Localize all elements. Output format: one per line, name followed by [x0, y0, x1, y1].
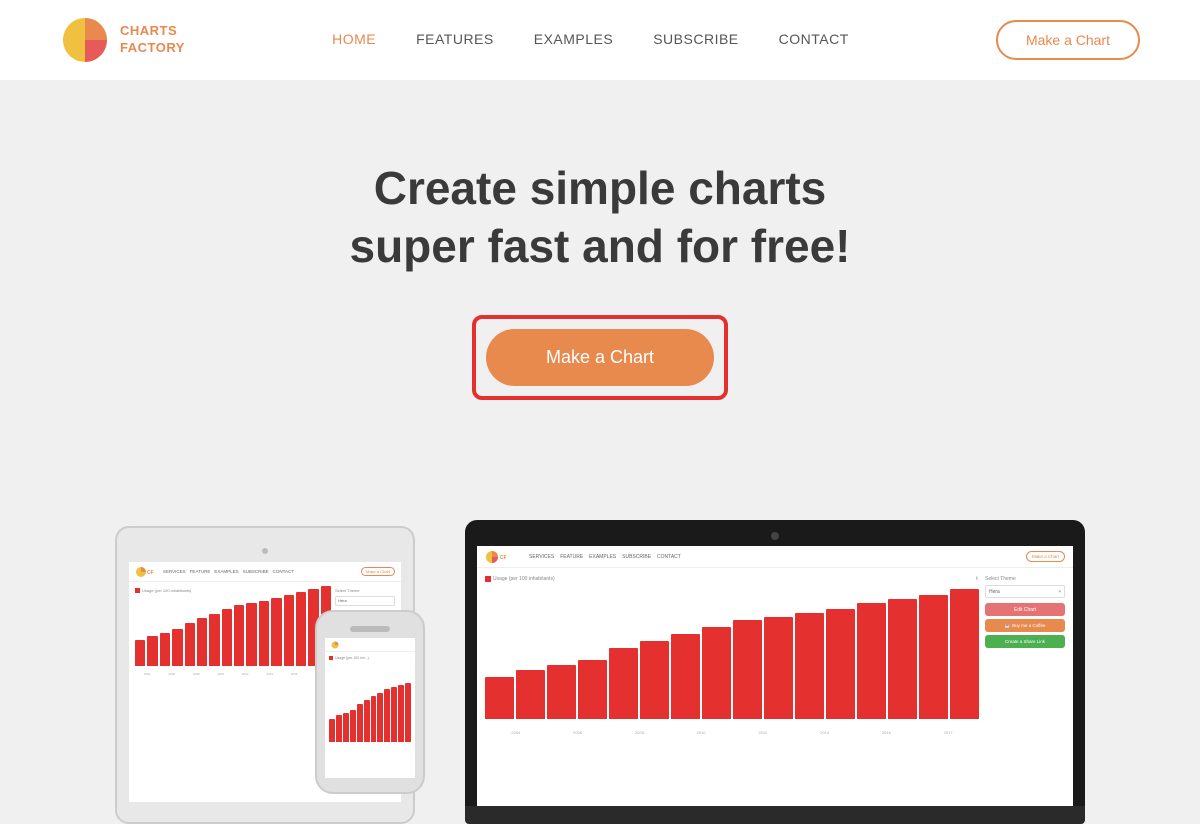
laptop-camera: [771, 532, 779, 540]
devices-section: CF SERVICESFEATUREEXAMPLESSUBSCRIBECONTA…: [0, 520, 1200, 824]
navbar: CHARTS FACTORY HOME FEATURES EXAMPLES SU…: [0, 0, 1200, 80]
nav-links: HOME FEATURES EXAMPLES SUBSCRIBE CONTACT: [332, 31, 849, 49]
brand-name: CHARTS FACTORY: [120, 23, 185, 57]
tablet-camera: [262, 548, 268, 554]
phone-notch: [350, 626, 390, 632]
tablet-theme-select[interactable]: Hera: [335, 596, 395, 606]
svg-text:CF: CF: [500, 555, 507, 561]
tablet-mini-nav-links: SERVICESFEATUREEXAMPLESSUBSCRIBECONTACT: [163, 569, 294, 574]
logo[interactable]: CHARTS FACTORY: [60, 15, 185, 65]
laptop-base: [465, 806, 1085, 824]
tablet-panel-theme-label: Select Theme: [335, 588, 395, 593]
tablet-chart-title: Usage (per 100 inhabitants): [142, 588, 191, 593]
laptop-mockup: CF SERVICESFEATUREEXAMPLESSUBSCRIBECONTA…: [465, 520, 1085, 824]
nav-item-home[interactable]: HOME: [332, 31, 376, 47]
laptop-chart-title: Usage (per 100 inhabitants): [493, 576, 555, 582]
phone-screen: Usage (per 100 inh...): [325, 638, 415, 778]
laptop-mini-nav-links: SERVICESFEATUREEXAMPLESSUBSCRIBECONTACT: [529, 554, 681, 560]
nav-item-features[interactable]: FEATURES: [416, 31, 494, 47]
laptop-share-link-button[interactable]: Create a Share Link: [985, 635, 1065, 648]
nav-item-subscribe[interactable]: SUBSCRIBE: [653, 31, 738, 47]
laptop-coffee-button[interactable]: ☕Buy me a Coffee: [985, 619, 1065, 632]
nav-item-examples[interactable]: EXAMPLES: [534, 31, 613, 47]
hero-title: Create simple charts super fast and for …: [350, 160, 851, 275]
laptop-mini-cta: Make a Chart: [1026, 551, 1065, 562]
laptop-screen: CF SERVICESFEATUREEXAMPLESSUBSCRIBECONTA…: [477, 546, 1073, 806]
hero-cta-highlight: Make a Chart: [472, 315, 728, 400]
laptop-edit-chart-button[interactable]: Edit Chart: [985, 603, 1065, 616]
nav-item-contact[interactable]: CONTACT: [779, 31, 849, 47]
tablet-chart-bars: 20042006200820102012201420162017: [135, 596, 331, 676]
hero-section: Create simple charts super fast and for …: [0, 80, 1200, 520]
nav-make-chart-button[interactable]: Make a Chart: [996, 20, 1140, 60]
laptop-panel-theme-label: Select Theme: [985, 576, 1065, 582]
tablet-mini-cta: Make a Chart: [361, 567, 395, 576]
phone-mockup: Usage (per 100 inh...): [315, 610, 425, 794]
hero-make-chart-button[interactable]: Make a Chart: [486, 329, 714, 386]
svg-text:CF: CF: [147, 570, 154, 576]
